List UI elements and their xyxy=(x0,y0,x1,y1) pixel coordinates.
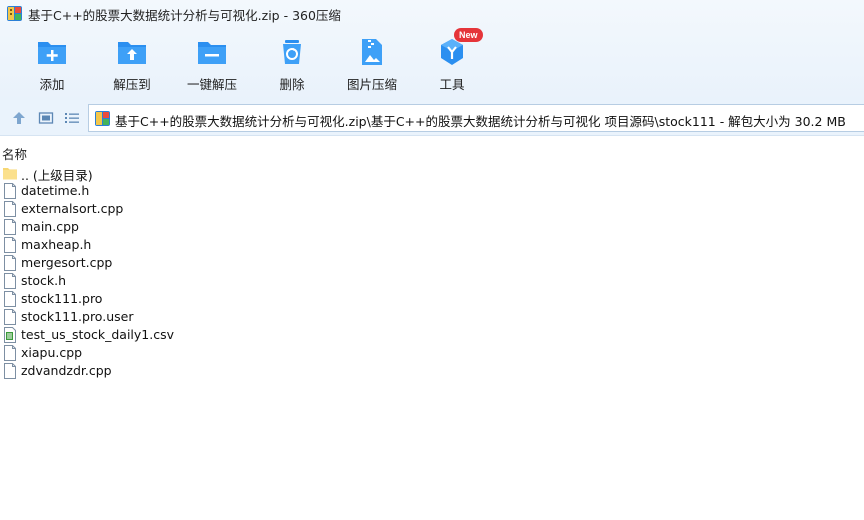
file-icon xyxy=(4,255,16,271)
list-item-label: stock.h xyxy=(21,273,67,288)
list-item-label: test_us_stock_daily1.csv xyxy=(21,327,175,342)
one-click-extract-icon xyxy=(198,42,226,64)
title-bar: 基于C++的股票大数据统计分析与可视化.zip - 360压缩 xyxy=(0,0,864,26)
extract-to-button[interactable]: 解压到 xyxy=(90,30,174,94)
list-item[interactable]: externalsort.cpp xyxy=(0,200,864,218)
add-folder-icon xyxy=(38,42,66,64)
window-title: 基于C++的股票大数据统计分析与可视化.zip - 360压缩 xyxy=(28,8,341,23)
file-icon xyxy=(4,273,16,289)
file-icon xyxy=(4,183,16,199)
csv-file-icon xyxy=(4,327,16,343)
list-item-label: xiapu.cpp xyxy=(21,345,83,360)
list-item-label: stock111.pro xyxy=(21,291,103,306)
detail-view-icon[interactable] xyxy=(38,110,54,126)
list-view-icon[interactable] xyxy=(64,110,80,126)
list-item-label: stock111.pro.user xyxy=(21,309,134,324)
address-row: 基于C++的股票大数据统计分析与可视化.zip\基于C++的股票大数据统计分析与… xyxy=(0,100,864,136)
list-item-label: externalsort.cpp xyxy=(21,201,124,216)
delete-button-label: 删除 xyxy=(279,77,305,92)
list-item[interactable]: zdvandzdr.cpp xyxy=(0,362,864,380)
address-bar[interactable]: 基于C++的股票大数据统计分析与可视化.zip\基于C++的股票大数据统计分析与… xyxy=(88,104,864,132)
image-compress-button[interactable]: 图片压缩 xyxy=(330,30,414,94)
list-item-label: maxheap.h xyxy=(21,237,92,252)
extract-to-icon xyxy=(118,42,146,64)
file-icon xyxy=(4,363,16,379)
list-item-label: datetime.h xyxy=(21,183,90,198)
column-name-header[interactable]: 名称 xyxy=(2,144,27,163)
list-item[interactable]: maxheap.h xyxy=(0,236,864,254)
list-item-label: main.cpp xyxy=(21,219,79,234)
file-icon xyxy=(4,201,16,217)
new-badge: New xyxy=(454,28,483,42)
list-item[interactable]: test_us_stock_daily1.csv xyxy=(0,326,864,344)
file-icon xyxy=(4,345,16,361)
column-header: 名称 xyxy=(0,142,864,162)
list-item[interactable]: main.cpp xyxy=(0,218,864,236)
list-item[interactable]: xiapu.cpp xyxy=(0,344,864,362)
image-compress-button-label: 图片压缩 xyxy=(346,77,397,92)
tools-button-label: 工具 xyxy=(439,77,465,92)
list-item[interactable]: datetime.h xyxy=(0,182,864,200)
extract-to-button-label: 解压到 xyxy=(113,77,151,92)
delete-button[interactable]: 删除 xyxy=(250,30,334,94)
file-icon xyxy=(4,237,16,253)
delete-icon xyxy=(283,40,301,64)
list-item-parent-dir[interactable]: .. (上级目录) xyxy=(0,164,864,183)
archive-app-icon xyxy=(7,6,22,21)
image-compress-icon xyxy=(362,39,382,65)
list-item-label: zdvandzdr.cpp xyxy=(21,363,112,378)
file-icon xyxy=(4,219,16,235)
toolbar: 添加 解压到 一键解压 删除 图片压缩 New 工具 xyxy=(0,28,864,96)
top-area: 基于C++的股票大数据统计分析与可视化.zip - 360压缩 添加 解压到 一… xyxy=(0,0,864,100)
file-icon xyxy=(4,291,16,307)
list-item[interactable]: stock.h xyxy=(0,272,864,290)
file-list: .. (上级目录) datetime.h externalsort.cpp ma… xyxy=(0,164,864,380)
one-click-extract-button[interactable]: 一键解压 xyxy=(170,30,254,94)
list-item[interactable]: mergesort.cpp xyxy=(0,254,864,272)
list-item[interactable]: stock111.pro.user xyxy=(0,308,864,326)
one-click-extract-button-label: 一键解压 xyxy=(186,77,237,92)
archive-icon xyxy=(95,111,110,126)
add-button-label: 添加 xyxy=(39,77,65,92)
up-arrow-icon[interactable] xyxy=(11,110,27,126)
list-item[interactable]: stock111.pro xyxy=(0,290,864,308)
tools-button[interactable]: New 工具 xyxy=(410,28,494,94)
folder-icon xyxy=(3,168,17,180)
file-icon xyxy=(4,309,16,325)
address-path: 基于C++的股票大数据统计分析与可视化.zip\基于C++的股票大数据统计分析与… xyxy=(115,114,846,129)
add-button[interactable]: 添加 xyxy=(10,30,94,94)
list-item-label: mergesort.cpp xyxy=(21,255,113,270)
